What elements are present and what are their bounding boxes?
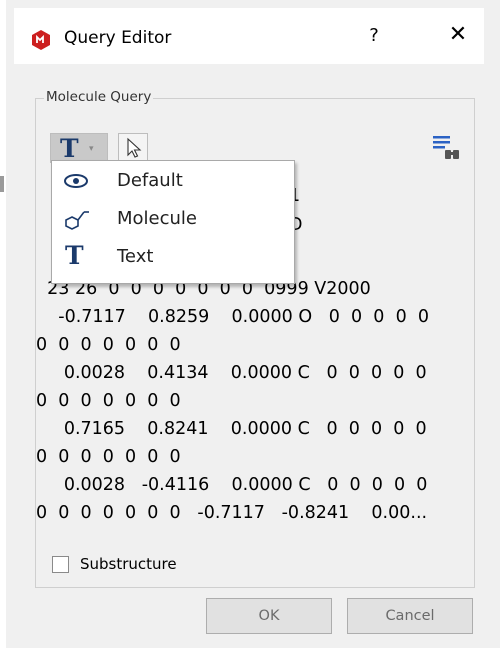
title-bar: Query Editor ? ✕ <box>14 8 484 64</box>
query-editor-dialog: Query Editor ? ✕ Molecule Query T ▾ 1 D … <box>14 8 484 648</box>
molecule-icon <box>65 211 89 230</box>
cancel-button[interactable]: Cancel <box>347 598 473 634</box>
query-line: -0.7117 0.8259 0.0000 O 0 0 0 0 0 <box>36 307 429 327</box>
menu-item-molecule[interactable]: Molecule <box>52 201 294 237</box>
app-logo-icon <box>32 30 50 50</box>
text-t-icon: T <box>60 134 79 163</box>
find-structure-icon[interactable] <box>428 131 464 165</box>
query-line: 0 0 0 0 0 0 0 <box>36 335 181 355</box>
menu-item-label: Text <box>117 246 154 267</box>
substructure-label: Substructure <box>80 555 177 573</box>
chevron-down-icon: ▾ <box>89 144 94 154</box>
menu-item-text[interactable]: T Text <box>52 239 294 275</box>
close-button[interactable]: ✕ <box>444 22 472 52</box>
query-line: 0.0028 -0.4116 0.0000 C 0 0 0 0 0 <box>36 475 428 495</box>
query-line: 0 0 0 0 0 0 0 <box>36 391 181 411</box>
query-line: 0 0 0 0 0 0 0 <box>36 447 181 467</box>
substructure-checkbox[interactable] <box>52 556 69 573</box>
window-title: Query Editor <box>64 28 172 48</box>
ok-button[interactable]: OK <box>206 598 332 634</box>
menu-item-label: Default <box>117 170 183 191</box>
query-line: 0.7165 0.8241 0.0000 C 0 0 0 0 0 <box>36 419 427 439</box>
query-line: 0.0028 0.4134 0.0000 C 0 0 0 0 0 <box>36 363 427 383</box>
text-tool-dropdown-menu: Default Molecule T Text <box>51 160 295 284</box>
help-button[interactable]: ? <box>362 25 386 51</box>
eye-icon <box>64 174 88 188</box>
query-text-content[interactable]: 1 D 23 26 0 0 0 0 0 0 0 0999 V2000 -0.71… <box>36 186 466 639</box>
menu-item-default[interactable]: Default <box>52 163 294 199</box>
pointer-arrow-icon <box>127 137 142 158</box>
text-tool-dropdown-button[interactable]: T ▾ <box>50 133 108 163</box>
group-label: Molecule Query <box>44 89 154 105</box>
pointer-tool-button[interactable] <box>118 133 148 163</box>
query-line: 0 0 0 0 0 0 0 -0.7117 -0.8241 0.00... <box>36 503 428 523</box>
menu-item-label: Molecule <box>117 208 197 229</box>
background-window-edge <box>0 0 6 648</box>
text-t-icon: T <box>65 241 84 270</box>
